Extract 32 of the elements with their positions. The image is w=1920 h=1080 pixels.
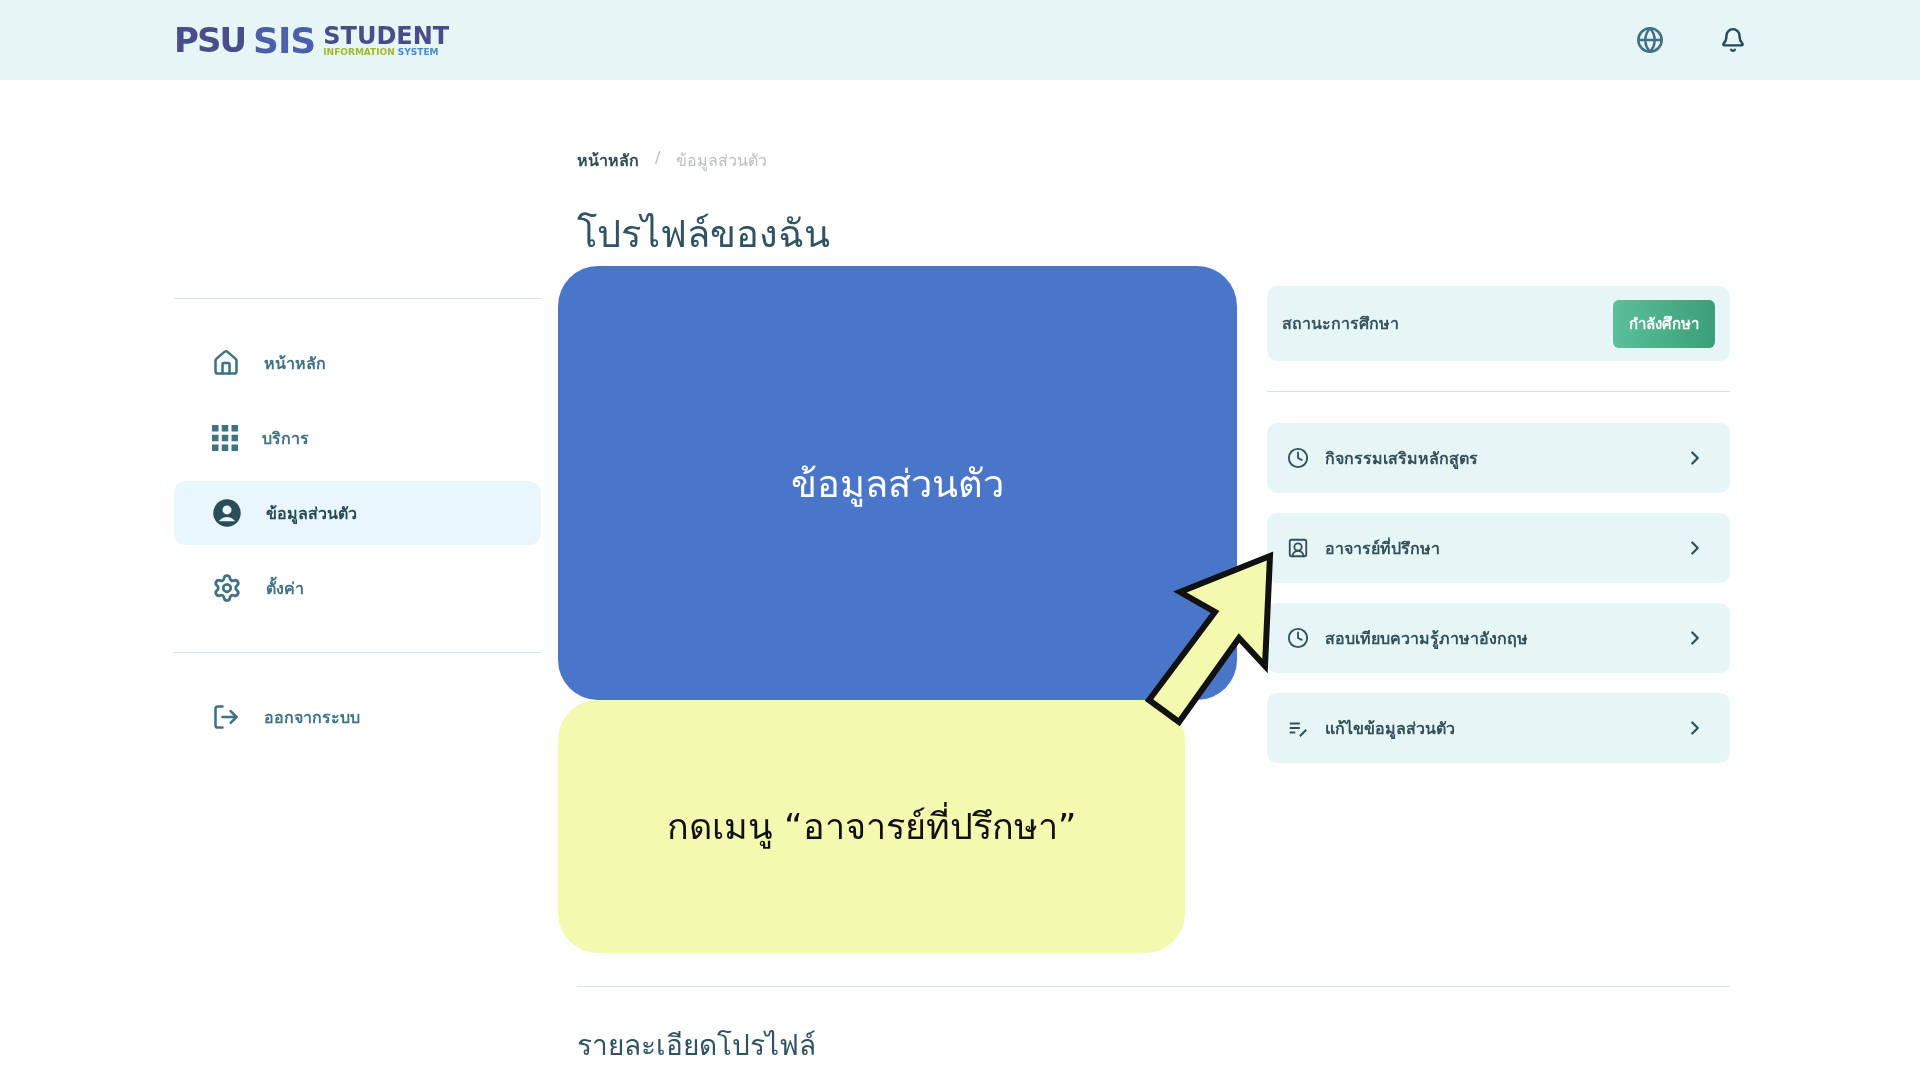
contact-card-icon [1287, 537, 1309, 559]
status-label: สถานะการศึกษา [1282, 313, 1399, 335]
logo-subtitle: SYSTEM [397, 47, 439, 57]
grid-icon [212, 425, 238, 451]
clock-icon [1287, 447, 1309, 469]
menu-item[interactable]: สอบเทียบความรู้ภาษาอังกฤษ [1267, 603, 1730, 673]
logo-psu: PSU [174, 20, 245, 60]
sidebar-item[interactable]: ตั้งค่า [174, 556, 541, 620]
logo-title: STUDENT [323, 23, 450, 48]
instruction-callout: กดเมนู “อาจารย์ที่ปรึกษา” [558, 700, 1185, 953]
breadcrumb-link[interactable]: หน้าหลัก [577, 148, 639, 173]
language-icon[interactable] [1636, 26, 1664, 54]
notification-icon[interactable] [1720, 27, 1746, 53]
section-title: รายละเอียดโปรไฟล์ [577, 1028, 817, 1064]
sidebar-item[interactable]: ข้อมูลส่วนตัว [174, 481, 541, 545]
home-icon [212, 349, 240, 377]
sidebar-item[interactable]: บริการ [174, 406, 541, 470]
menu-item[interactable]: แก้ไขข้อมูลส่วนตัว [1267, 693, 1730, 763]
status-badge: กำลังศึกษา [1613, 299, 1715, 348]
logout-icon [212, 703, 240, 731]
logo-sis: SIS [253, 19, 316, 61]
page-title: โปรไฟล์ของฉัน [577, 211, 831, 258]
settings-icon [212, 573, 242, 603]
logo-subtitle: INFORMATION [323, 47, 395, 57]
highlight-overlay: ข้อมูลส่วนตัว [558, 266, 1237, 700]
logout-link[interactable]: ออกจากระบบ [174, 685, 541, 749]
breadcrumb-separator: / [655, 148, 661, 169]
menu-item[interactable]: กิจกรรมเสริมหลักสูตร [1267, 423, 1730, 493]
clock-icon [1287, 627, 1309, 649]
sidebar-item[interactable]: หน้าหลัก [174, 331, 541, 395]
menu-item[interactable]: อาจารย์ที่ปรึกษา [1267, 513, 1730, 583]
user-icon [212, 498, 242, 528]
